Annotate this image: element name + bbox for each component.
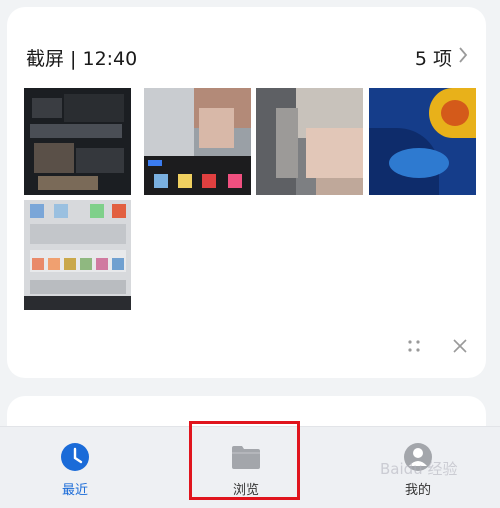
item-count-link[interactable]: 5 项 <box>415 44 468 71</box>
card-title: 截屏 | 12:40 <box>26 47 138 70</box>
screenshot-thumb-4[interactable] <box>369 88 476 195</box>
tab-label: 最近 <box>61 483 88 498</box>
screenshot-thumb-3[interactable] <box>256 88 363 195</box>
highlight-box <box>189 421 300 500</box>
watermark: Baidu 经验 <box>380 460 458 478</box>
chevron-right-icon <box>458 47 468 67</box>
screenshot-thumb-2[interactable] <box>144 88 251 195</box>
recent-screenshots-card: 截屏 | 12:40 5 项 <box>7 7 486 378</box>
screenshot-thumb-5[interactable] <box>24 200 131 310</box>
card-actions <box>406 338 468 358</box>
screenshot-thumb-1[interactable] <box>24 88 131 195</box>
tab-recent[interactable]: 最近 <box>15 427 135 508</box>
drag-handle-icon[interactable] <box>406 338 422 358</box>
item-count: 5 项 <box>414 47 452 70</box>
card-header: 截屏 | 12:40 5 项 <box>26 41 468 73</box>
tab-label: 我的 <box>404 483 431 498</box>
close-icon[interactable] <box>452 338 468 358</box>
clock-icon <box>59 441 91 473</box>
